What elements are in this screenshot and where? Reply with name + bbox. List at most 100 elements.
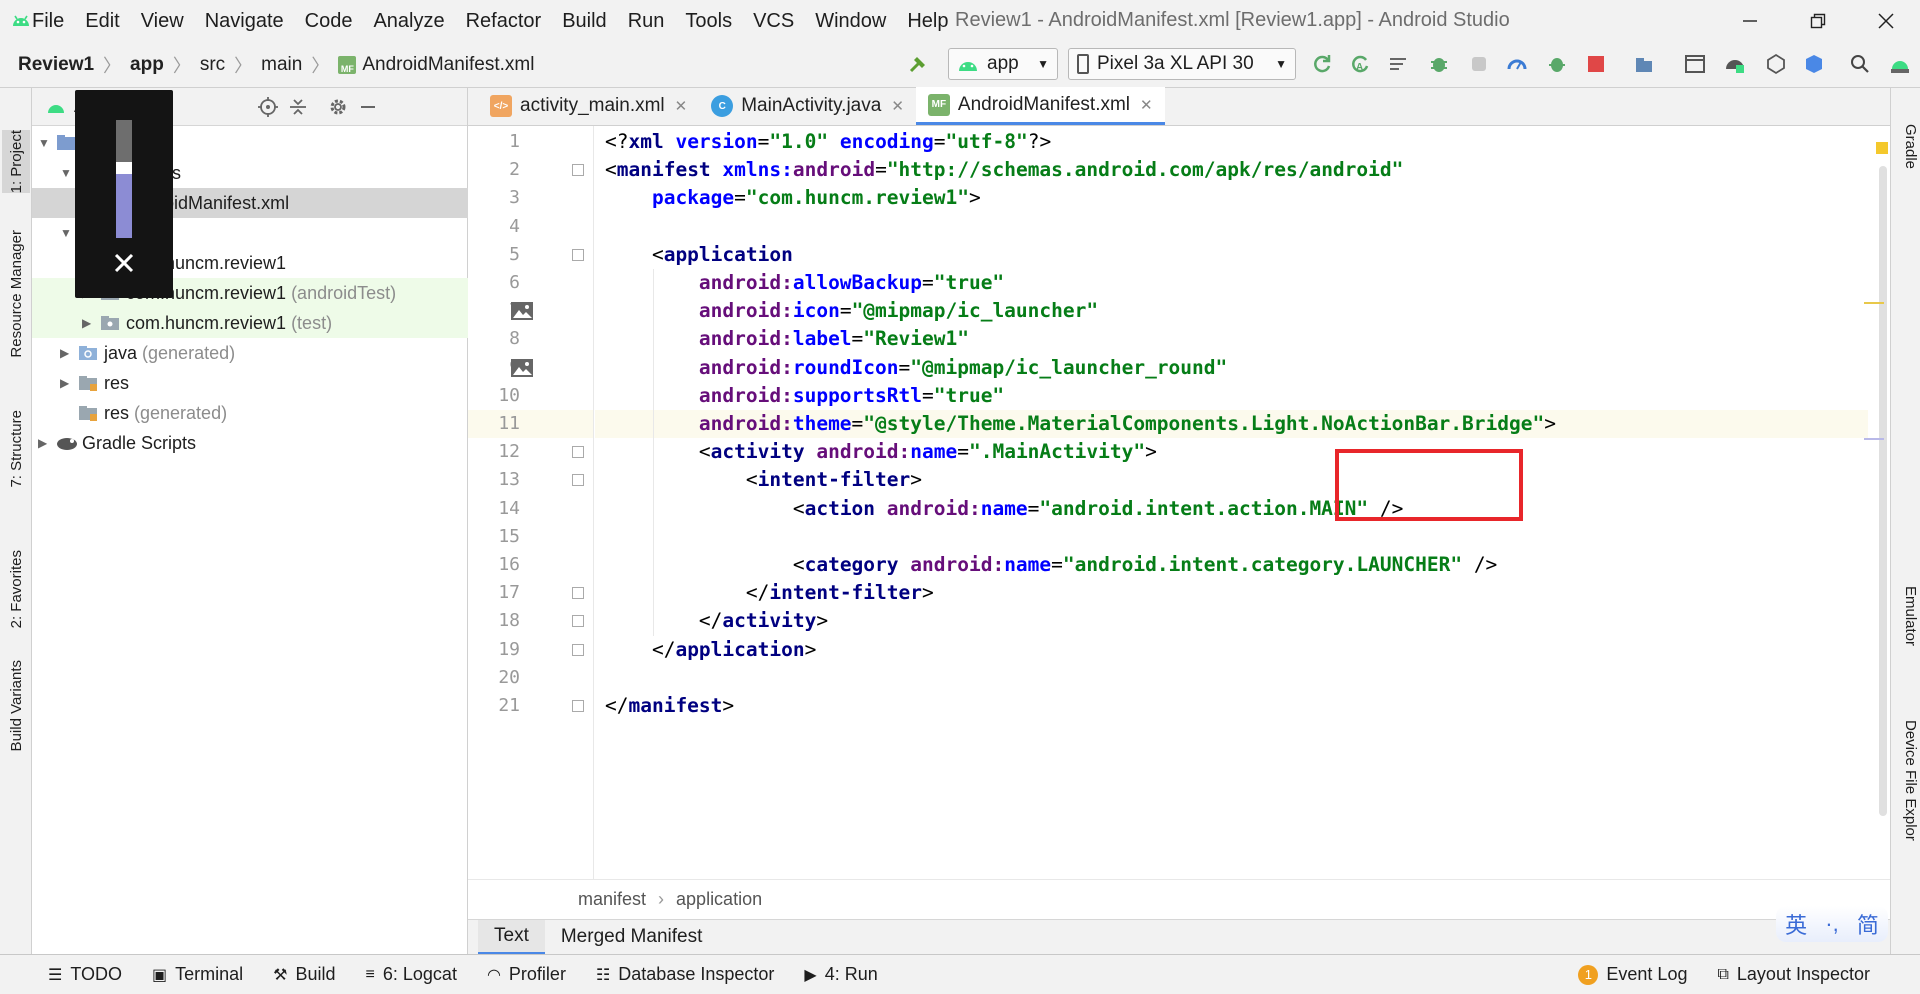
menu-refactor[interactable]: Refactor [466, 10, 542, 33]
ime-button[interactable]: 简 [1857, 908, 1879, 940]
editor-breadcrumb-item[interactable]: manifest [578, 889, 646, 910]
tool-tab-resource-manager[interactable]: Resource Manager [2, 230, 30, 358]
hide-panel-icon[interactable] [358, 97, 378, 117]
mode-tab-text[interactable]: Text [478, 919, 545, 955]
tree-item[interactable]: ▶ Gradle Scripts [32, 428, 468, 458]
mode-tab-merged-manifest[interactable]: Merged Manifest [545, 920, 719, 955]
attach-debugger-icon[interactable] [1467, 52, 1491, 76]
breadcrumb-item[interactable]: MF AndroidManifest.xml [338, 54, 534, 76]
tool-window-6-logcat[interactable]: ≡ 6: Logcat [366, 964, 457, 985]
gear-icon[interactable] [328, 97, 348, 117]
rerun-app-icon[interactable] [1310, 52, 1334, 76]
collapse-all-icon[interactable] [288, 97, 308, 117]
close-window-icon[interactable] [1852, 0, 1920, 42]
run-configuration-select[interactable]: app ▼ [948, 48, 1058, 80]
restore-icon[interactable] [1784, 0, 1852, 42]
resource-manager-icon[interactable] [1764, 52, 1788, 76]
left-tool-strip: 1: Project Resource Manager 7: Structure 2:… [0, 88, 32, 954]
editor-tab[interactable]: MF AndroidManifest.xml ✕ [915, 87, 1165, 125]
fold-marker-icon[interactable] [572, 700, 584, 712]
tool-window-event-log[interactable]: 1 Event Log [1578, 964, 1687, 985]
expand-arrow-right-icon[interactable]: ▶ [38, 436, 56, 450]
debug-icon[interactable] [1427, 52, 1451, 76]
menu-code[interactable]: Code [305, 10, 353, 33]
minimize-icon[interactable] [1716, 0, 1784, 42]
avd-manager-icon[interactable] [1683, 52, 1707, 76]
close-tab-icon[interactable]: ✕ [1140, 96, 1153, 114]
editor-tab[interactable]: C MainActivity.java ✕ [699, 87, 916, 125]
fold-marker-icon[interactable] [572, 446, 584, 459]
tree-item[interactable]: ▶ res [32, 368, 468, 398]
image-resource-icon[interactable] [510, 301, 534, 321]
make-project-hammer-icon[interactable] [906, 52, 930, 76]
menu-help[interactable]: Help [907, 10, 948, 33]
close-tab-icon[interactable]: ✕ [891, 97, 904, 115]
apply-changes-icon[interactable]: A [1348, 52, 1372, 76]
menu-vcs[interactable]: VCS [753, 10, 794, 33]
tool-tab-emulator[interactable]: Emulator [1893, 586, 1919, 646]
expand-arrow-right-icon[interactable]: ▶ [60, 376, 78, 390]
scroll-thumb[interactable] [1879, 166, 1887, 816]
menu-view[interactable]: View [141, 10, 184, 33]
tree-item[interactable]: ▶ com.huncm.review1 (test) [32, 308, 468, 338]
search-icon[interactable] [1848, 52, 1872, 76]
code-area[interactable]: <?xml version="1.0" encoding="utf-8"?> <m… [595, 126, 1868, 879]
breadcrumb-item[interactable]: src [200, 54, 225, 76]
tool-window-todo[interactable]: ☰ TODO [48, 964, 122, 985]
apply-code-changes-icon[interactable] [1386, 52, 1410, 76]
breadcrumb-item[interactable]: main [261, 54, 302, 76]
tool-window-layout-inspector[interactable]: ⧉ Layout Inspector [1717, 964, 1870, 985]
tool-tab-7-structure[interactable]: 7: Structure [2, 410, 30, 488]
device-select[interactable]: Pixel 3a XL API 30 ▼ [1068, 48, 1296, 80]
tool-tab-gradle[interactable]: Gradle [1893, 124, 1919, 169]
manifest-file-icon: MF [338, 55, 357, 74]
android-studio-update-icon[interactable] [1888, 52, 1912, 76]
tool-tab-build-variants[interactable]: Build Variants [2, 660, 30, 751]
breadcrumb-item[interactable]: app [130, 54, 164, 76]
menu-edit[interactable]: Edit [85, 10, 119, 33]
tool-window-profiler[interactable]: ◠ Profiler [487, 964, 566, 985]
tree-item[interactable]: res (generated) [32, 398, 468, 428]
locate-icon[interactable] [258, 97, 278, 117]
fold-marker-icon[interactable] [572, 248, 584, 261]
fold-marker-icon[interactable] [572, 615, 584, 628]
expand-arrow-down-icon[interactable]: ▼ [38, 136, 56, 150]
ime-toolbar[interactable]: 英 ·, 简 [1776, 906, 1888, 942]
expand-arrow-right-icon[interactable]: ▶ [60, 346, 78, 360]
tool-tab-1-project[interactable]: 1: Project [2, 130, 30, 194]
menu-build[interactable]: Build [562, 10, 606, 33]
menu-tools[interactable]: Tools [685, 10, 732, 33]
image-resource-icon[interactable] [510, 358, 534, 378]
stop-icon[interactable] [1584, 52, 1608, 76]
ime-button[interactable]: 英 [1785, 908, 1807, 940]
menu-window[interactable]: Window [815, 10, 886, 33]
menu-navigate[interactable]: Navigate [205, 10, 284, 33]
sync-project-icon[interactable] [1633, 52, 1657, 76]
project-structure-icon[interactable] [1802, 52, 1826, 76]
run-with-coverage-icon[interactable] [1545, 52, 1569, 76]
tree-item[interactable]: ▶ java (generated) [32, 338, 468, 368]
menu-run[interactable]: Run [628, 10, 665, 33]
menu-analyze[interactable]: Analyze [373, 10, 444, 33]
tool-window-build[interactable]: ⚒ Build [273, 964, 335, 985]
editor-breadcrumb-item[interactable]: application [676, 889, 762, 910]
tool-window-4-run[interactable]: ▶ 4: Run [804, 964, 877, 985]
menu-file[interactable]: File [32, 10, 64, 33]
tool-tab-device-file-explor[interactable]: Device File Explor [1893, 720, 1919, 841]
expand-arrow-right-icon[interactable]: ▶ [82, 316, 100, 330]
breadcrumb-item[interactable]: Review1 [18, 54, 94, 76]
tool-window-database-inspector[interactable]: ☷ Database Inspector [596, 964, 774, 985]
editor-tab[interactable]: </> activity_main.xml ✕ [478, 87, 699, 125]
sdk-manager-icon[interactable] [1723, 52, 1747, 76]
profile-icon[interactable] [1505, 52, 1529, 76]
fold-marker-icon[interactable] [572, 164, 584, 177]
close-overlay-icon[interactable] [111, 250, 137, 276]
editor-scrollbar[interactable] [1864, 126, 1890, 879]
close-tab-icon[interactable]: ✕ [675, 97, 688, 115]
fold-marker-icon[interactable] [572, 643, 584, 656]
fold-marker-icon[interactable] [572, 474, 584, 487]
fold-marker-icon[interactable] [572, 587, 584, 600]
ime-button[interactable]: ·, [1825, 911, 1838, 937]
tool-window-terminal[interactable]: ▣ Terminal [152, 964, 243, 985]
tool-tab-2-favorites[interactable]: 2: Favorites [2, 550, 30, 628]
